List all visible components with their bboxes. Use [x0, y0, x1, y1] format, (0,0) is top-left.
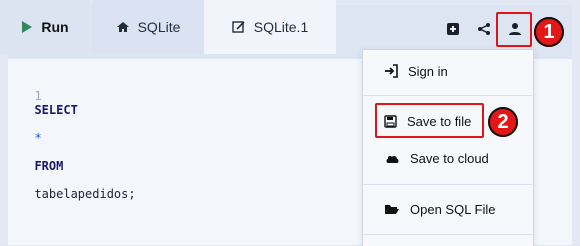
cloud-icon: [386, 155, 399, 163]
edit-icon: [232, 21, 245, 33]
play-icon: [22, 21, 33, 33]
user-button-highlight: [496, 12, 532, 47]
add-button[interactable]: [444, 20, 462, 38]
keyword-from: FROM: [34, 159, 64, 173]
menu-item-save-to-cloud[interactable]: Save to cloud: [362, 136, 532, 180]
menu-divider: [362, 184, 532, 185]
keyword-select: SELECT: [34, 103, 78, 117]
menu-item-sign-in[interactable]: Sign in: [362, 49, 532, 93]
sign-in-icon: [385, 64, 398, 78]
table-name: tabelapedidos;: [34, 187, 136, 201]
menu-item-label: Sign in: [408, 63, 448, 79]
step-badge-1: 1: [534, 17, 564, 47]
menu-divider: [362, 234, 532, 235]
line-number: 1: [34, 89, 42, 103]
share-button[interactable]: [475, 20, 493, 38]
menu-item-label: Save to cloud: [410, 150, 489, 166]
plus-square-icon: [447, 23, 459, 35]
sql-code-line[interactable]: 1 SELECT * FROM tabelapedidos;: [20, 75, 136, 201]
tab-sqlite-label: SQLite: [137, 19, 181, 35]
menu-item-open-sql-file[interactable]: Open SQL File: [362, 187, 532, 231]
save-to-file-highlight: [375, 103, 484, 138]
run-button[interactable]: Run: [0, 0, 90, 54]
folder-open-icon: [385, 205, 399, 214]
tab-sqlite[interactable]: SQLite: [92, 0, 204, 54]
wildcard: *: [34, 131, 42, 145]
run-label: Run: [41, 19, 69, 35]
menu-item-label: Open SQL File: [410, 201, 496, 217]
tab-sqlite-1-label: SQLite.1: [253, 19, 309, 35]
tab-sqlite-1[interactable]: SQLite.1: [204, 0, 336, 54]
home-icon: [116, 22, 129, 32]
step-badge-2: 2: [488, 107, 518, 137]
share-icon: [478, 23, 490, 35]
menu-divider: [362, 95, 532, 96]
